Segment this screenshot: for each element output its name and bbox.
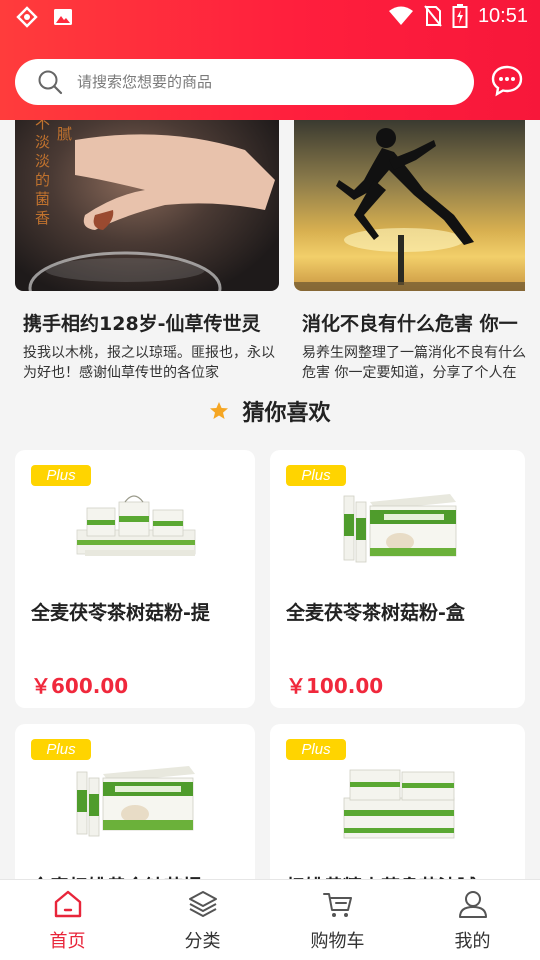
product-price: ￥600.00: [31, 674, 129, 698]
user-icon: [459, 891, 487, 918]
product-price: ￥100.00: [286, 674, 384, 698]
tab-cart[interactable]: 购物车: [270, 880, 405, 960]
app-notification-icon: [16, 6, 38, 28]
article-card[interactable]: 消化不良有什么危害 你一 易养生网整理了一篇消化不良有什么危害 你一定要知道，分…: [294, 120, 540, 381]
status-bar: 10:51: [0, 0, 540, 36]
search-bar[interactable]: 请搜索您想要的商品: [15, 59, 474, 105]
header: 10:51 请搜索您想要的商品: [0, 0, 540, 120]
no-sim-icon: [424, 5, 442, 27]
hurdler-silhouette-illustration: [294, 128, 525, 291]
status-time: 10:51: [477, 4, 528, 27]
product-card[interactable]: Plus 全麦茯苓茶树菇粉-提 ￥600.00: [15, 450, 255, 708]
tab-label: 购物车: [310, 931, 365, 952]
app-screen: 10:51 请搜索您想要的商品 不 腻 淡 淡 的 菌 香 携手相约128岁-仙…: [0, 0, 540, 960]
article-title: 携手相约128岁-仙草传世灵: [23, 313, 261, 335]
tab-profile[interactable]: 我的: [405, 880, 540, 960]
message-icon[interactable]: [490, 63, 524, 97]
star-icon: [210, 402, 229, 419]
search-icon: [38, 70, 63, 95]
tab-label: 分类: [184, 931, 221, 952]
article-description: 投我以木桃，报之以琼瑶。匪报也，永以为好也！感谢仙草传世的各位家: [23, 345, 275, 381]
layers-icon: [189, 891, 217, 917]
search-placeholder[interactable]: 请搜索您想要的商品: [77, 71, 212, 92]
product-card[interactable]: Plus 全麦茯苓茶树菇粉-盒 ￥100.00: [270, 450, 525, 708]
product-name: 全麦茯苓茶树菇粉-盒: [286, 602, 465, 624]
status-left-icons: [16, 6, 74, 28]
image-char: 淡: [35, 152, 51, 170]
cart-icon: [323, 893, 352, 917]
product-name: 全麦茯苓茶树菇粉-提: [31, 602, 210, 624]
image-char: 香: [35, 209, 51, 227]
tab-label: 我的: [454, 931, 491, 952]
product-image: [76, 495, 196, 556]
article-description: 易养生网整理了一篇消化不良有什么危害 你一定要知道，分享了个人在: [302, 345, 526, 381]
plus-badge: Plus: [31, 465, 91, 486]
section-heading: 猜你喜欢: [0, 395, 540, 427]
image-char: 腻: [57, 125, 73, 143]
home-icon: [54, 890, 82, 918]
tab-label: 首页: [49, 931, 86, 952]
article-image: [294, 120, 525, 291]
image-char: 的: [35, 171, 51, 189]
hand-cup-illustration: [28, 134, 275, 291]
bottom-tab-bar: 首页 分类 购物车 我的: [0, 879, 540, 960]
image-char: 菌: [35, 190, 51, 208]
section-title: 猜你喜欢: [242, 401, 331, 426]
image-char: 不: [35, 120, 51, 132]
tab-category[interactable]: 分类: [135, 880, 270, 960]
plus-badge: Plus: [286, 465, 346, 486]
product-image: [343, 769, 455, 839]
battery-charging-icon: [452, 4, 468, 28]
image-notification-icon: [54, 9, 72, 25]
tab-home[interactable]: 首页: [0, 880, 135, 960]
article-image: 不 腻 淡 淡 的 菌 香: [15, 120, 279, 291]
status-right-icons: 10:51: [388, 4, 528, 28]
article-card[interactable]: 不 腻 淡 淡 的 菌 香 携手相约128岁-仙草传世灵 投我以木桃，报之以琼瑶…: [15, 120, 279, 381]
plus-badge: Plus: [31, 739, 91, 760]
plus-badge: Plus: [286, 739, 346, 760]
image-char: 淡: [35, 133, 51, 151]
article-title: 消化不良有什么危害 你一: [302, 313, 518, 335]
product-image: [76, 766, 195, 837]
product-image: [343, 494, 457, 563]
wifi-icon: [388, 6, 413, 25]
